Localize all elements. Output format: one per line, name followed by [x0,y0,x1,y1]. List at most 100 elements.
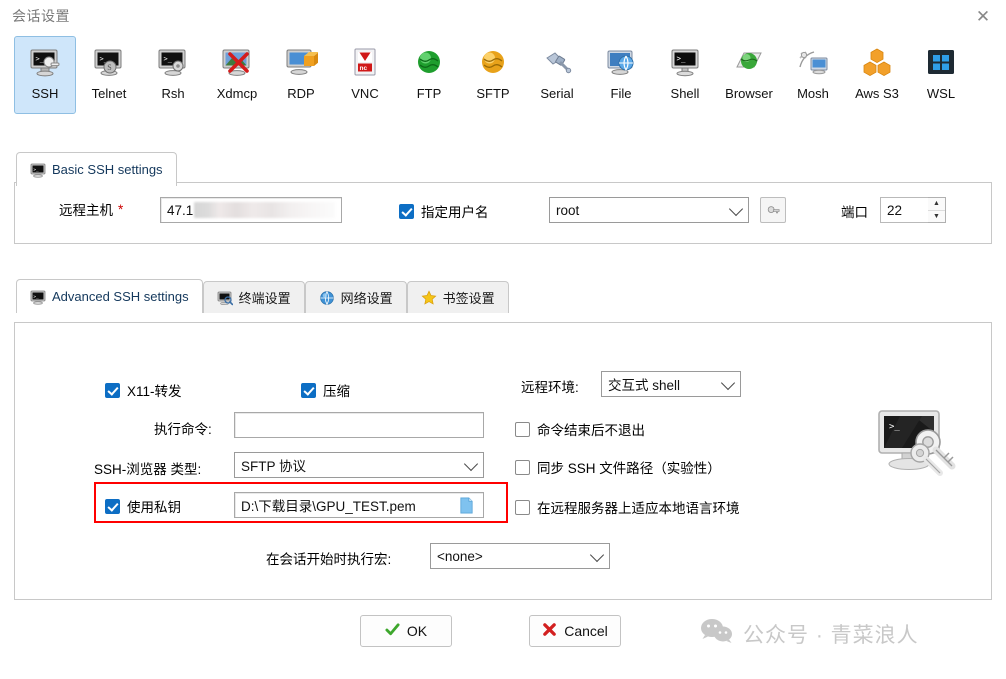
sync-ssh-path-checkbox[interactable] [515,459,530,475]
basic-settings-panel: 远程主机 * 47.1 指定用户名 root 端口 22 ▲ ▼ [14,182,992,244]
remote-environment-combobox[interactable]: 交互式 shell [601,371,741,397]
tab-label: Advanced SSH settings [52,289,189,304]
protocol-label: FTP [416,86,442,101]
protocol-label: WSL [926,86,956,101]
terminal-icon: >_ [30,162,46,178]
no-exit-after-command-group[interactable]: 命令结束后不退出 [515,419,645,439]
x11-forwarding-group[interactable]: X11-转发 [105,380,182,400]
protocol-label: SFTP [476,86,510,101]
tab-label: 终端设置 [238,291,291,306]
protocol-label: VNC [351,86,379,101]
protocol-label: Xdmcp [216,86,258,101]
spinner-down-icon[interactable]: ▼ [928,211,945,223]
protocol-serial[interactable]: Serial [526,36,588,114]
tab-label: 书签设置 [442,291,495,306]
aws-s3-icon [860,45,894,79]
protocol-label: SSH [31,86,59,101]
sync-ssh-path-group[interactable]: 同步 SSH 文件路径（实验性） [515,457,721,477]
tab-bookmark-settings[interactable]: 书签设置 [406,281,509,313]
browse-file-icon[interactable] [455,494,477,516]
tab-network-settings[interactable]: 网络设置 [304,281,407,313]
private-key-path-value: D:\下载目录\GPU_TEST.pem [241,499,416,514]
ssh-browser-type-combobox[interactable]: SFTP 协议 [234,452,484,478]
use-private-key-checkbox[interactable] [105,498,120,514]
private-key-path-input[interactable]: D:\下载目录\GPU_TEST.pem [234,492,484,518]
username-value: root [556,202,580,218]
session-settings-dialog: 会话设置 ✕ >_ SSH >_ S Telnet >_ Rsh Xdmcp R… [0,0,1006,679]
svg-text:>_: >_ [677,54,687,63]
tab-advanced-ssh-settings[interactable]: >_ Advanced SSH settings [16,279,203,313]
ssh-terminal-icon: >_ [28,45,62,79]
protocol-aws-s3[interactable]: Aws S3 [846,36,908,114]
port-stepper[interactable]: 22 ▲ ▼ [880,197,946,223]
terminal-icon: >_ [30,289,46,305]
vnc-icon: nc [348,45,382,79]
protocol-telnet[interactable]: >_ S Telnet [78,36,140,114]
compression-group[interactable]: 压缩 [301,380,350,400]
protocol-rdp[interactable]: RDP [270,36,332,114]
ssh-key-illustration: >_ [870,405,960,486]
protocol-wsl[interactable]: WSL [910,36,972,114]
use-private-key-label: 使用私钥 [127,500,181,515]
credential-picker-button[interactable] [760,197,786,223]
protocol-browser[interactable]: Browser [718,36,780,114]
telnet-icon: >_ S [92,45,126,79]
watermark-text: 公众号 · 青菜浪人 [743,624,919,647]
protocol-label: Aws S3 [855,86,899,101]
remote-host-value: 47.1 [167,202,194,218]
cancel-button[interactable]: Cancel [529,615,621,647]
port-value: 22 [887,202,903,218]
chevron-down-icon [728,201,744,217]
adapt-locale-checkbox[interactable] [515,499,530,515]
tab-label: Basic SSH settings [52,162,163,177]
protocol-label: Browser [725,86,773,101]
protocol-rsh[interactable]: >_ Rsh [142,36,204,114]
sftp-globe-icon [476,45,510,79]
specify-username-checkbox[interactable] [399,203,414,219]
protocol-shell[interactable]: >_ Shell [654,36,716,114]
exec-command-input[interactable] [234,412,484,438]
close-icon[interactable]: ✕ [968,4,998,28]
tab-basic-ssh-settings[interactable]: >_ Basic SSH settings [16,152,177,186]
rsh-icon: >_ [156,45,190,79]
protocol-selector: >_ SSH >_ S Telnet >_ Rsh Xdmcp RDP nc V… [0,36,1006,128]
x11-forwarding-label: X11-转发 [127,384,182,399]
port-input[interactable]: 22 [880,197,928,223]
startup-macro-value: <none> [437,548,483,564]
protocol-xdmcp[interactable]: Xdmcp [206,36,268,114]
use-private-key-group[interactable]: 使用私钥 [105,496,181,516]
basic-tab-row: >_ Basic SSH settings [16,152,177,186]
svg-text:S: S [107,63,111,72]
startup-macro-combobox[interactable]: <none> [430,543,610,569]
ok-button[interactable]: OK [360,615,452,647]
svg-text:>_: >_ [33,168,39,173]
protocol-file[interactable]: File [590,36,652,114]
spinner-up-icon[interactable]: ▲ [928,198,945,211]
mosh-icon [796,45,830,79]
protocol-sftp[interactable]: SFTP [462,36,524,114]
x11-forwarding-checkbox[interactable] [105,382,120,398]
ftp-globe-icon [412,45,446,79]
protocol-ftp[interactable]: FTP [398,36,460,114]
tab-terminal-settings[interactable]: 终端设置 [202,281,305,313]
adapt-locale-label: 在远程服务器上适应本地语言环境 [537,501,740,516]
protocol-ssh[interactable]: >_ SSH [14,36,76,114]
no-exit-after-command-checkbox[interactable] [515,421,530,437]
rdp-icon [284,45,319,79]
protocol-mosh[interactable]: Mosh [782,36,844,114]
username-combobox[interactable]: root [549,197,749,223]
remote-environment-value: 交互式 shell [608,378,681,393]
protocol-vnc[interactable]: nc VNC [334,36,396,114]
specify-username-group[interactable]: 指定用户名 [399,201,489,221]
file-share-icon [604,45,638,79]
remote-environment-label: 远程环境: [521,380,579,395]
chevron-down-icon [589,547,605,563]
advanced-settings-panel: X11-转发 压缩 执行命令: SSH-浏览器 类型: SFTP 协议 使用私钥… [14,322,992,600]
svg-text:>_: >_ [889,422,900,432]
chevron-down-icon [720,375,736,391]
port-spinner[interactable]: ▲ ▼ [928,197,946,223]
compression-checkbox[interactable] [301,382,316,398]
adapt-locale-group[interactable]: 在远程服务器上适应本地语言环境 [515,497,740,517]
remote-host-input[interactable]: 47.1 [160,197,342,223]
tab-label: 网络设置 [340,291,393,306]
